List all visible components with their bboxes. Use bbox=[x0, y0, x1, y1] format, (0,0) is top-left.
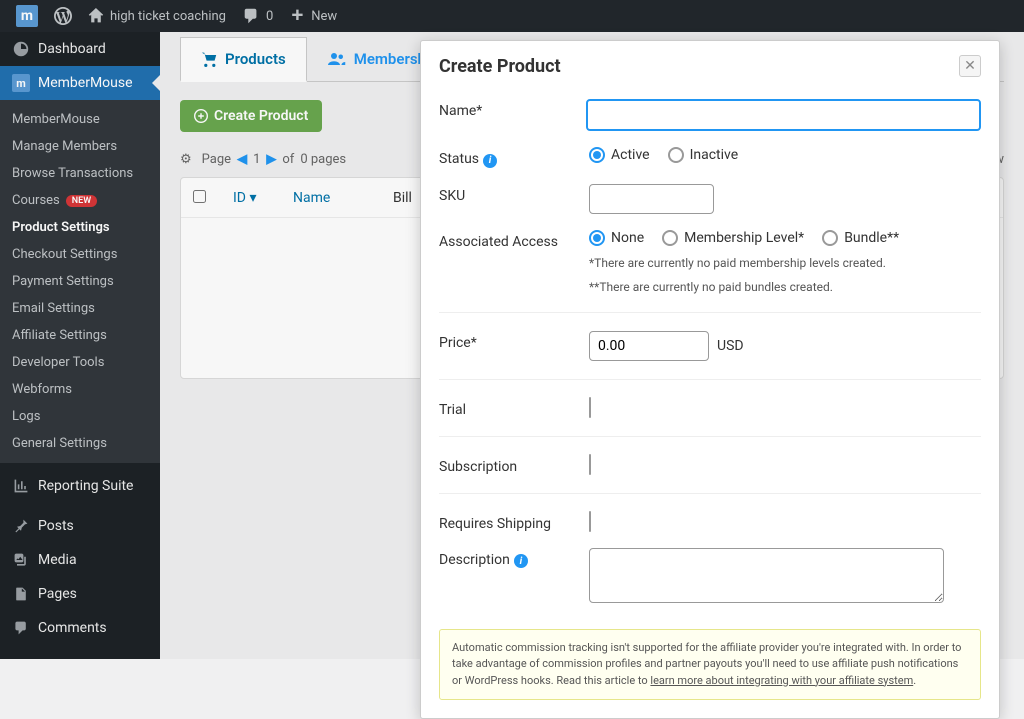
radio-icon bbox=[589, 147, 605, 163]
access-membership[interactable]: Membership Level* bbox=[662, 230, 804, 246]
modal-title: Create Product bbox=[439, 56, 561, 77]
radio-icon bbox=[822, 230, 838, 246]
sku-input[interactable] bbox=[589, 184, 714, 214]
label-price: Price* bbox=[439, 331, 589, 351]
label-trial: Trial bbox=[439, 398, 589, 418]
info-icon[interactable]: i bbox=[514, 554, 528, 568]
description-textarea[interactable] bbox=[589, 548, 944, 603]
radio-icon bbox=[662, 230, 678, 246]
currency-label: USD bbox=[717, 338, 744, 354]
shipping-checkbox[interactable] bbox=[589, 511, 591, 532]
modal-close-button[interactable]: ✕ bbox=[959, 55, 981, 77]
price-input[interactable] bbox=[589, 331, 709, 361]
label-description: Descriptioni bbox=[439, 548, 589, 569]
label-subscription: Subscription bbox=[439, 455, 589, 475]
status-inactive[interactable]: Inactive bbox=[668, 147, 739, 163]
status-active[interactable]: Active bbox=[589, 147, 650, 163]
hint-membership: *There are currently no paid membership … bbox=[589, 256, 981, 270]
subscription-checkbox[interactable] bbox=[589, 454, 591, 475]
label-shipping: Requires Shipping bbox=[439, 512, 589, 532]
access-bundle[interactable]: Bundle** bbox=[822, 230, 899, 246]
affiliate-learn-more-link[interactable]: learn more about integrating with your a… bbox=[650, 674, 913, 687]
label-associated-access: Associated Access bbox=[439, 230, 589, 250]
label-name: Name* bbox=[439, 99, 586, 119]
hint-bundle: **There are currently no paid bundles cr… bbox=[589, 280, 981, 294]
info-icon[interactable]: i bbox=[483, 154, 497, 168]
label-status: Statusi bbox=[439, 147, 589, 168]
radio-icon bbox=[589, 230, 605, 246]
modal-body: Name* Statusi Active Inactive SKU Associ… bbox=[421, 87, 999, 718]
access-none[interactable]: None bbox=[589, 230, 644, 246]
name-input[interactable] bbox=[586, 99, 981, 131]
affiliate-notice: Automatic commission tracking isn't supp… bbox=[439, 629, 981, 701]
radio-icon bbox=[668, 147, 684, 163]
create-product-modal: Create Product ✕ Name* Statusi Active In… bbox=[420, 40, 1000, 719]
label-sku: SKU bbox=[439, 184, 589, 204]
trial-checkbox[interactable] bbox=[589, 397, 591, 418]
modal-header: Create Product ✕ bbox=[421, 41, 999, 87]
